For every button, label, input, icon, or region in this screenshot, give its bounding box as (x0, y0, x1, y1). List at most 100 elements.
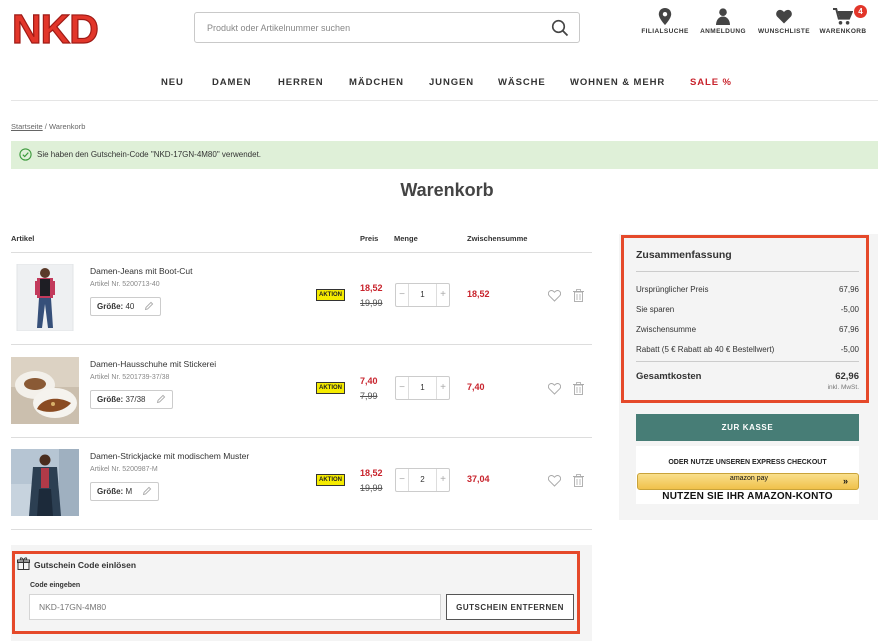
nav-item-wohnen[interactable]: WOHNEN & MEHR (570, 77, 665, 88)
wishlist-link[interactable]: WUNSCHLISTE (756, 8, 812, 42)
quantity-value[interactable]: 1 (409, 284, 436, 306)
price-old: 19,99 (360, 298, 383, 308)
cart-row: Damen-Jeans mit Boot-Cut Artikel Nr. 520… (11, 253, 592, 345)
size-value: 37/38 (125, 395, 146, 404)
sale-badge: AKTION (316, 474, 345, 486)
cart-row: Damen-Hausschuhe mit Stickerei Artikel N… (11, 346, 592, 438)
voucher-code-label: Code eingeben (30, 582, 81, 589)
product-image-jeans[interactable] (11, 264, 79, 331)
summary-row: Sie sparen -5,00 (636, 305, 859, 314)
quantity-increase-button[interactable]: + (436, 377, 449, 399)
quantity-decrease-button[interactable]: − (396, 377, 409, 399)
cart-label: WARENKORB (819, 28, 867, 35)
search-box (194, 12, 580, 43)
quantity-stepper: − 1 + (395, 376, 450, 400)
summary-row: Zwischensumme 67,96 (636, 325, 859, 334)
product-name[interactable]: Damen-Jeans mit Boot-Cut (90, 266, 193, 276)
article-number: Artikel Nr. 5200987-M (90, 466, 158, 473)
quantity-stepper: − 1 + (395, 283, 450, 307)
nav-item-jungen[interactable]: JUNGEN (429, 77, 474, 88)
amazon-pay-button[interactable]: amazon pay » (637, 473, 859, 490)
nav-divider (11, 100, 878, 101)
summary-row: Rabatt (5 € Rabatt ab 40 € Bestellwert) … (636, 345, 859, 354)
voucher-title: Gutschein Code einlösen (34, 560, 137, 570)
summary-row-value: 67,96 (838, 325, 859, 334)
size-label: Größe: (97, 395, 124, 404)
trash-icon[interactable] (573, 474, 584, 487)
quantity-increase-button[interactable]: + (436, 469, 449, 491)
nav-item-neu[interactable]: NEU (161, 77, 184, 88)
main-navigation: NEU DAMEN HERREN MÄDCHEN JUNGEN WÄSCHE W… (0, 77, 894, 91)
summary-row: Ursprünglicher Preis 67,96 (636, 285, 859, 294)
breadcrumb-current: Warenkorb (48, 122, 86, 131)
size-selector[interactable]: Größe: M (90, 482, 160, 501)
store-finder-link[interactable]: FILIALSUCHE (640, 8, 690, 42)
product-image-slippers[interactable] (11, 357, 79, 424)
article-number: Artikel Nr. 5200713-40 (90, 281, 160, 288)
remove-voucher-button[interactable]: GUTSCHEIN ENTFERNEN (446, 594, 574, 620)
summary-title: Zusammenfassung (636, 249, 732, 261)
voucher-code-input[interactable] (29, 594, 441, 620)
size-value: 40 (125, 302, 135, 311)
heart-icon (776, 9, 792, 24)
store-finder-label: FILIALSUCHE (641, 28, 689, 35)
column-header-article: Artikel (11, 234, 35, 243)
edit-pencil-icon[interactable] (156, 394, 166, 404)
nav-item-herren[interactable]: HERREN (278, 77, 324, 88)
nav-item-sale[interactable]: SALE % (690, 77, 732, 88)
page-title: Warenkorb (400, 180, 494, 200)
breadcrumb-separator: / (44, 122, 47, 131)
edit-pencil-icon[interactable] (144, 301, 154, 311)
amazon-account-cta[interactable]: NUTZEN SIE IHR AMAZON-KONTO (636, 491, 859, 502)
summary-row-value: -5,00 (840, 345, 859, 354)
column-header-subtotal: Zwischensumme (467, 234, 528, 243)
edit-pencil-icon[interactable] (142, 486, 152, 496)
express-checkout: ODER NUTZE UNSEREN EXPRESS CHECKOUT amaz… (636, 446, 859, 504)
nav-item-waesche[interactable]: WÄSCHE (498, 77, 546, 88)
price-new: 7,40 (360, 376, 378, 386)
quantity-decrease-button[interactable]: − (396, 469, 409, 491)
price-old: 19,99 (360, 483, 383, 493)
summary-row-label: Rabatt (5 € Rabatt ab 40 € Bestellwert) (636, 345, 775, 354)
search-input[interactable] (195, 13, 535, 42)
login-label: ANMELDUNG (700, 28, 746, 35)
size-value: M (125, 487, 133, 496)
breadcrumb-home-link[interactable]: Startseite (11, 122, 43, 131)
price-new: 18,52 (360, 283, 383, 293)
quantity-increase-button[interactable]: + (436, 284, 449, 306)
express-checkout-label: ODER NUTZE UNSEREN EXPRESS CHECKOUT (668, 459, 827, 466)
cart-count-badge: 4 (854, 5, 867, 18)
size-selector[interactable]: Größe: 40 (90, 297, 162, 316)
cart-icon (833, 8, 853, 25)
login-link[interactable]: ANMELDUNG (698, 8, 748, 42)
price-new: 18,52 (360, 468, 383, 478)
checkout-button[interactable]: ZUR KASSE (636, 414, 859, 441)
product-name[interactable]: Damen-Strickjacke mit modischem Muster (90, 451, 249, 461)
total-value: 62,96 (835, 371, 859, 382)
cart-row: Damen-Strickjacke mit modischem Muster A… (11, 438, 592, 530)
article-number: Artikel Nr. 5201739-37/38 (90, 374, 170, 381)
search-icon[interactable] (551, 19, 569, 37)
wishlist-heart-icon[interactable] (548, 383, 561, 395)
trash-icon[interactable] (573, 289, 584, 302)
summary-row-label: Ursprünglicher Preis (636, 285, 709, 294)
summary-divider (636, 271, 859, 272)
quantity-decrease-button[interactable]: − (396, 284, 409, 306)
wishlist-heart-icon[interactable] (548, 290, 561, 302)
nkd-logo[interactable]: NKD (11, 5, 135, 52)
trash-icon[interactable] (573, 382, 584, 395)
cart-link[interactable]: WARENKORB 4 (818, 5, 868, 42)
nav-item-damen[interactable]: DAMEN (212, 77, 251, 88)
column-header-quantity: Menge (394, 234, 418, 243)
product-name[interactable]: Damen-Hausschuhe mit Stickerei (90, 359, 216, 369)
size-selector[interactable]: Größe: 37/38 (90, 390, 173, 409)
summary-divider (636, 361, 859, 362)
wishlist-heart-icon[interactable] (548, 475, 561, 487)
product-image-cardigan[interactable] (11, 449, 79, 516)
nav-item-maedchen[interactable]: MÄDCHEN (349, 77, 404, 88)
quantity-value[interactable]: 1 (409, 377, 436, 399)
quantity-stepper: − 2 + (395, 468, 450, 492)
vat-note: inkl. MwSt. (827, 384, 859, 391)
quantity-value[interactable]: 2 (409, 469, 436, 491)
row-subtotal: 37,04 (467, 474, 490, 484)
